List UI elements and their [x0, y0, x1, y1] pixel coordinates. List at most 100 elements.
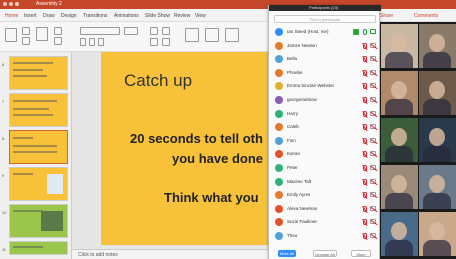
participant-row[interactable]: James Newton [269, 41, 381, 51]
shapes-icon[interactable] [185, 28, 199, 42]
mic-muted-icon[interactable] [363, 178, 367, 185]
bullets-icon[interactable] [150, 27, 158, 35]
participant-row[interactable]: Theo [269, 231, 381, 241]
participant-row[interactable]: Alexa Newman [269, 204, 381, 214]
participant-video-tile[interactable] [419, 71, 456, 115]
tab-home[interactable]: Home [5, 13, 18, 19]
layout-icon[interactable] [54, 27, 62, 35]
mic-muted-icon[interactable] [363, 192, 367, 199]
mic-muted-icon[interactable] [363, 151, 367, 158]
camera-off-icon[interactable] [370, 219, 376, 225]
arrange-icon[interactable] [205, 28, 219, 42]
underline-icon[interactable] [98, 38, 104, 46]
camera-off-icon[interactable] [370, 151, 376, 157]
mute-all-button[interactable]: Mute All [278, 250, 296, 257]
participant-row[interactable]: Emily Ayres [269, 190, 381, 200]
unmute-all-button[interactable]: Unmute All [313, 250, 337, 257]
participant-row[interactable]: Phoebe [269, 68, 381, 78]
participant-row[interactable]: Kieran [269, 149, 381, 159]
mic-muted-icon[interactable] [363, 124, 367, 131]
comments-button[interactable]: Comments [414, 13, 438, 19]
paste-icon[interactable] [5, 28, 17, 42]
mic-muted-icon[interactable] [363, 137, 367, 144]
camera-off-icon[interactable] [370, 97, 376, 102]
camera-off-icon[interactable] [370, 165, 376, 170]
mic-muted-icon[interactable] [363, 97, 367, 103]
camera-off-icon[interactable] [370, 83, 376, 89]
participant-row[interactable]: Emma Sinclair-Webster [269, 81, 381, 91]
mic-muted-icon[interactable] [363, 219, 367, 226]
camera-off-icon[interactable] [370, 56, 376, 62]
tab-review[interactable]: Review [174, 13, 190, 19]
participant-row[interactable]: georgerainbow [269, 95, 381, 105]
cut-icon[interactable] [22, 27, 30, 35]
mic-muted-icon[interactable] [363, 42, 367, 49]
camera-off-icon[interactable] [370, 124, 376, 130]
camera-off-icon[interactable] [370, 205, 376, 211]
window-controls[interactable] [3, 2, 19, 6]
numbering-icon[interactable] [162, 27, 170, 35]
participant-row[interactable]: Finn [269, 136, 381, 146]
slide-thumbnail-selected[interactable] [9, 130, 68, 164]
font-size-select[interactable] [124, 27, 138, 35]
slide-body-line[interactable]: Think what you [164, 190, 259, 205]
mic-muted-icon[interactable] [363, 165, 367, 171]
mic-muted-icon[interactable] [363, 110, 367, 117]
camera-off-icon[interactable] [370, 178, 376, 184]
notes-pane[interactable]: Click to add notes [72, 249, 270, 259]
new-slide-icon[interactable] [36, 27, 48, 41]
participant-video-tile[interactable] [419, 24, 456, 68]
camera-off-icon[interactable] [370, 69, 376, 75]
mic-muted-icon[interactable] [363, 56, 367, 63]
camera-off-icon[interactable] [370, 137, 376, 143]
camera-on-icon[interactable] [370, 29, 376, 34]
share-button[interactable]: Share [380, 13, 393, 19]
participant-video-tile[interactable] [381, 165, 418, 209]
participant-row[interactable]: Ian Steed (Host, me) [269, 27, 381, 37]
align-center-icon[interactable] [162, 38, 170, 46]
tab-insert[interactable]: Insert [24, 13, 37, 19]
tab-design[interactable]: Design [61, 13, 77, 19]
mic-on-icon[interactable] [363, 29, 367, 35]
slide-body-line[interactable]: 20 seconds to tell oth [130, 131, 263, 146]
tab-view[interactable]: View [195, 13, 206, 19]
camera-off-icon[interactable] [370, 233, 376, 238]
bold-icon[interactable] [80, 38, 86, 46]
align-left-icon[interactable] [150, 38, 158, 46]
italic-icon[interactable] [89, 38, 95, 46]
slide-thumbnail[interactable] [9, 241, 68, 255]
mic-muted-icon[interactable] [363, 205, 367, 212]
slide-thumbnail[interactable] [9, 56, 68, 90]
participant-video-tile[interactable] [419, 165, 456, 209]
participant-row[interactable]: Caleb [269, 122, 381, 132]
quick-styles-icon[interactable] [225, 28, 239, 42]
participant-video-tile[interactable] [381, 212, 418, 256]
participant-row[interactable]: Suzie Faulkner [269, 217, 381, 227]
camera-off-icon[interactable] [370, 192, 376, 198]
participant-video-tile[interactable] [381, 24, 418, 68]
participant-row[interactable]: Maxime Taft [269, 177, 381, 187]
participant-video-tile[interactable] [381, 118, 418, 162]
more-button[interactable]: More [351, 250, 371, 257]
participant-search-input[interactable]: Find a participant [274, 15, 376, 23]
participant-video-tile[interactable] [419, 118, 456, 162]
slide-title[interactable]: Catch up [124, 71, 192, 91]
mic-muted-icon[interactable] [363, 233, 367, 239]
camera-off-icon[interactable] [370, 110, 376, 116]
participant-video-tile[interactable] [419, 212, 456, 256]
tab-animations[interactable]: Animations [114, 13, 139, 19]
tab-slide-show[interactable]: Slide Show [145, 13, 170, 19]
reset-icon[interactable] [54, 37, 62, 45]
slide-thumbnail[interactable] [9, 204, 68, 238]
mic-muted-icon[interactable] [363, 83, 367, 90]
slide-body-line[interactable]: you have done [172, 151, 263, 166]
participant-video-tile[interactable] [381, 71, 418, 115]
font-family-select[interactable] [80, 27, 120, 35]
mic-muted-icon[interactable] [363, 69, 367, 76]
participant-row[interactable]: Peter [269, 163, 381, 173]
tab-transitions[interactable]: Transitions [83, 13, 107, 19]
tab-draw[interactable]: Draw [43, 13, 55, 19]
participant-row[interactable]: Harry [269, 109, 381, 119]
copy-icon[interactable] [22, 37, 30, 45]
slide-thumbnail[interactable] [9, 167, 68, 201]
